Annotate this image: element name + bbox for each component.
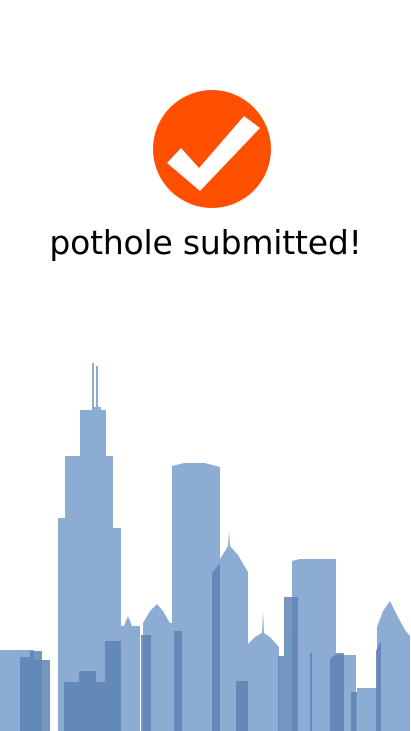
confirmation-message: pothole submitted! bbox=[49, 223, 362, 262]
checkmark-icon bbox=[153, 90, 271, 208]
city-skyline-illustration bbox=[0, 361, 411, 731]
success-badge bbox=[153, 90, 271, 208]
